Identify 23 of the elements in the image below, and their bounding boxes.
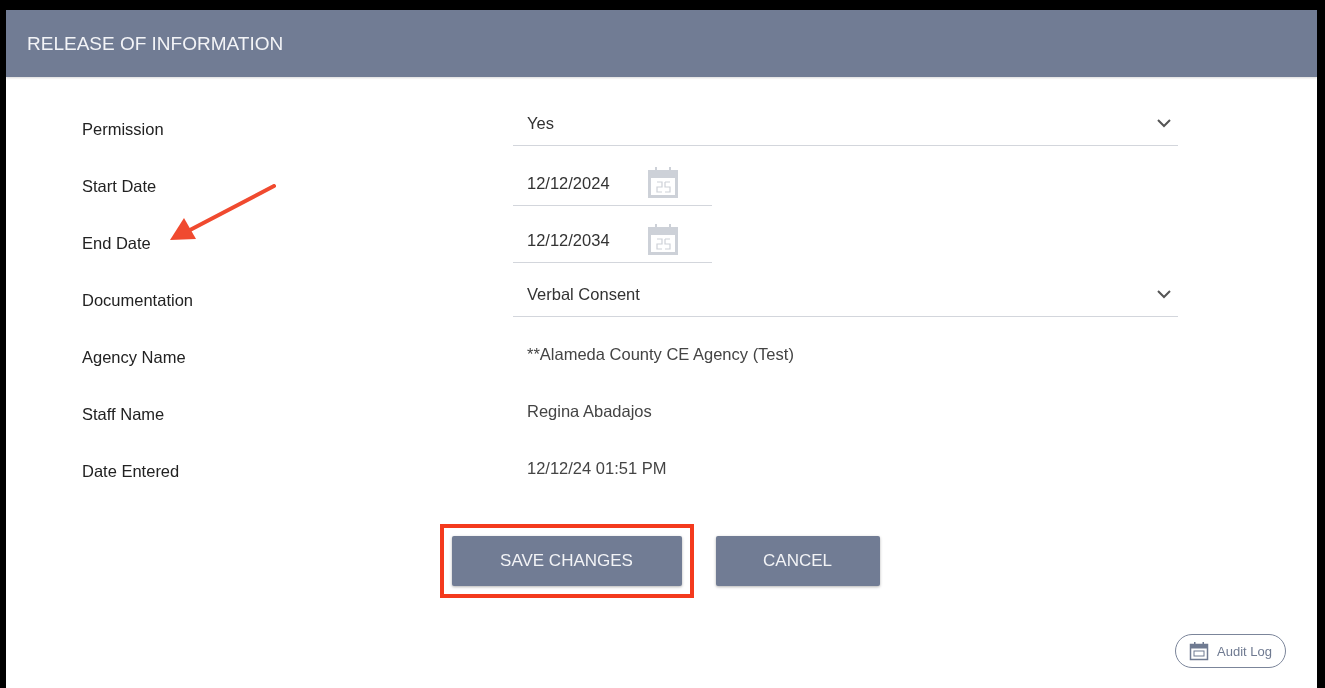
field-label: Agency Name xyxy=(82,348,186,367)
field-label: Date Entered xyxy=(82,462,180,481)
date-field[interactable]: 12/12/2034 xyxy=(513,218,712,263)
audit-log-button[interactable]: Audit Log xyxy=(1175,634,1286,668)
field-label: Documentation xyxy=(82,291,193,310)
calendar-icon[interactable] xyxy=(645,223,680,257)
action-button[interactable]: CANCEL xyxy=(715,536,880,586)
calendar-icon xyxy=(1189,641,1210,661)
date-field[interactable]: 12/12/2024 xyxy=(513,161,712,206)
field-value: 12/12/24 01:51 PM xyxy=(526,459,667,478)
field-label: End Date xyxy=(82,234,151,253)
field-label: Start Date xyxy=(82,177,157,196)
chevron-down-icon xyxy=(1156,118,1172,128)
dropdown-field[interactable]: Verbal Consent xyxy=(513,272,1178,317)
field-value: **Alameda County CE Agency (Test) xyxy=(526,345,794,364)
chevron-down-icon xyxy=(1156,289,1172,299)
action-button[interactable]: SAVE CHANGES xyxy=(451,536,682,586)
field-label: Staff Name xyxy=(82,405,165,424)
calendar-icon[interactable] xyxy=(645,166,680,200)
window-title: RELEASE OF INFORMATION xyxy=(27,32,284,55)
field-value: Regina Abadajos xyxy=(526,402,652,421)
dropdown-field[interactable]: Yes xyxy=(513,101,1178,146)
field-label: Permission xyxy=(82,120,164,139)
